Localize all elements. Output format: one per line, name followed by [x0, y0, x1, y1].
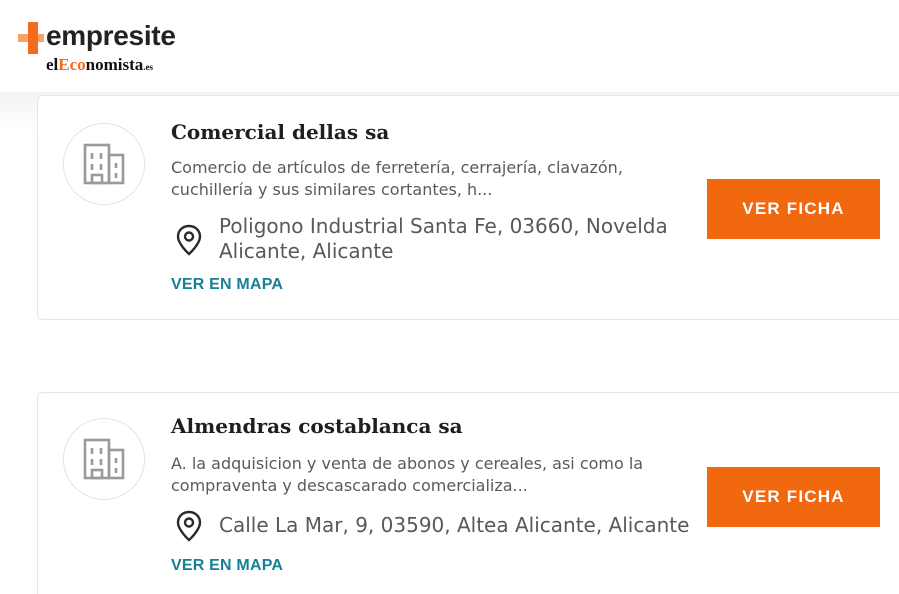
view-profile-button[interactable]: VER FICHA: [707, 179, 880, 239]
partner-logo-prefix: el: [46, 55, 59, 74]
company-name[interactable]: Comercial dellas sa: [171, 120, 389, 144]
site-header: empresite elEconomista.es: [0, 0, 899, 92]
view-on-map-link[interactable]: VER EN MAPA: [171, 276, 283, 294]
company-address: Poligono Industrial Santa Fe, 03660, Nov…: [219, 214, 668, 263]
company-card: Comercial dellas sa Comercio de artículo…: [37, 95, 899, 320]
location-pin-icon: [176, 224, 202, 256]
page: empresite elEconomista.es Comercial dell…: [0, 0, 899, 594]
partner-logo-tld: .es: [143, 62, 154, 72]
brand-logo-text[interactable]: empresite: [46, 20, 176, 52]
location-pin-icon: [176, 510, 202, 542]
company-description: A. la adquisicion y venta de abonos y ce…: [171, 454, 644, 495]
partner-logo[interactable]: elEconomista.es: [46, 55, 153, 75]
company-address: Calle La Mar, 9, 03590, Altea Alicante, …: [219, 513, 690, 537]
view-profile-button[interactable]: VER FICHA: [707, 467, 880, 527]
building-icon: [83, 438, 125, 480]
company-avatar: [63, 418, 145, 500]
partner-logo-suffix: nomista: [85, 55, 144, 74]
company-avatar: [63, 123, 145, 205]
building-icon: [83, 143, 125, 185]
company-name[interactable]: Almendras costablanca sa: [171, 414, 463, 438]
company-description: Comercio de artículos de ferretería, cer…: [171, 158, 623, 199]
logo-bar-vertical: [28, 22, 38, 54]
partner-logo-accent: Eco: [58, 55, 86, 74]
view-on-map-link[interactable]: VER EN MAPA: [171, 557, 283, 575]
company-card: Almendras costablanca sa A. la adquisici…: [37, 392, 899, 594]
brand-logo-icon[interactable]: [18, 22, 44, 54]
